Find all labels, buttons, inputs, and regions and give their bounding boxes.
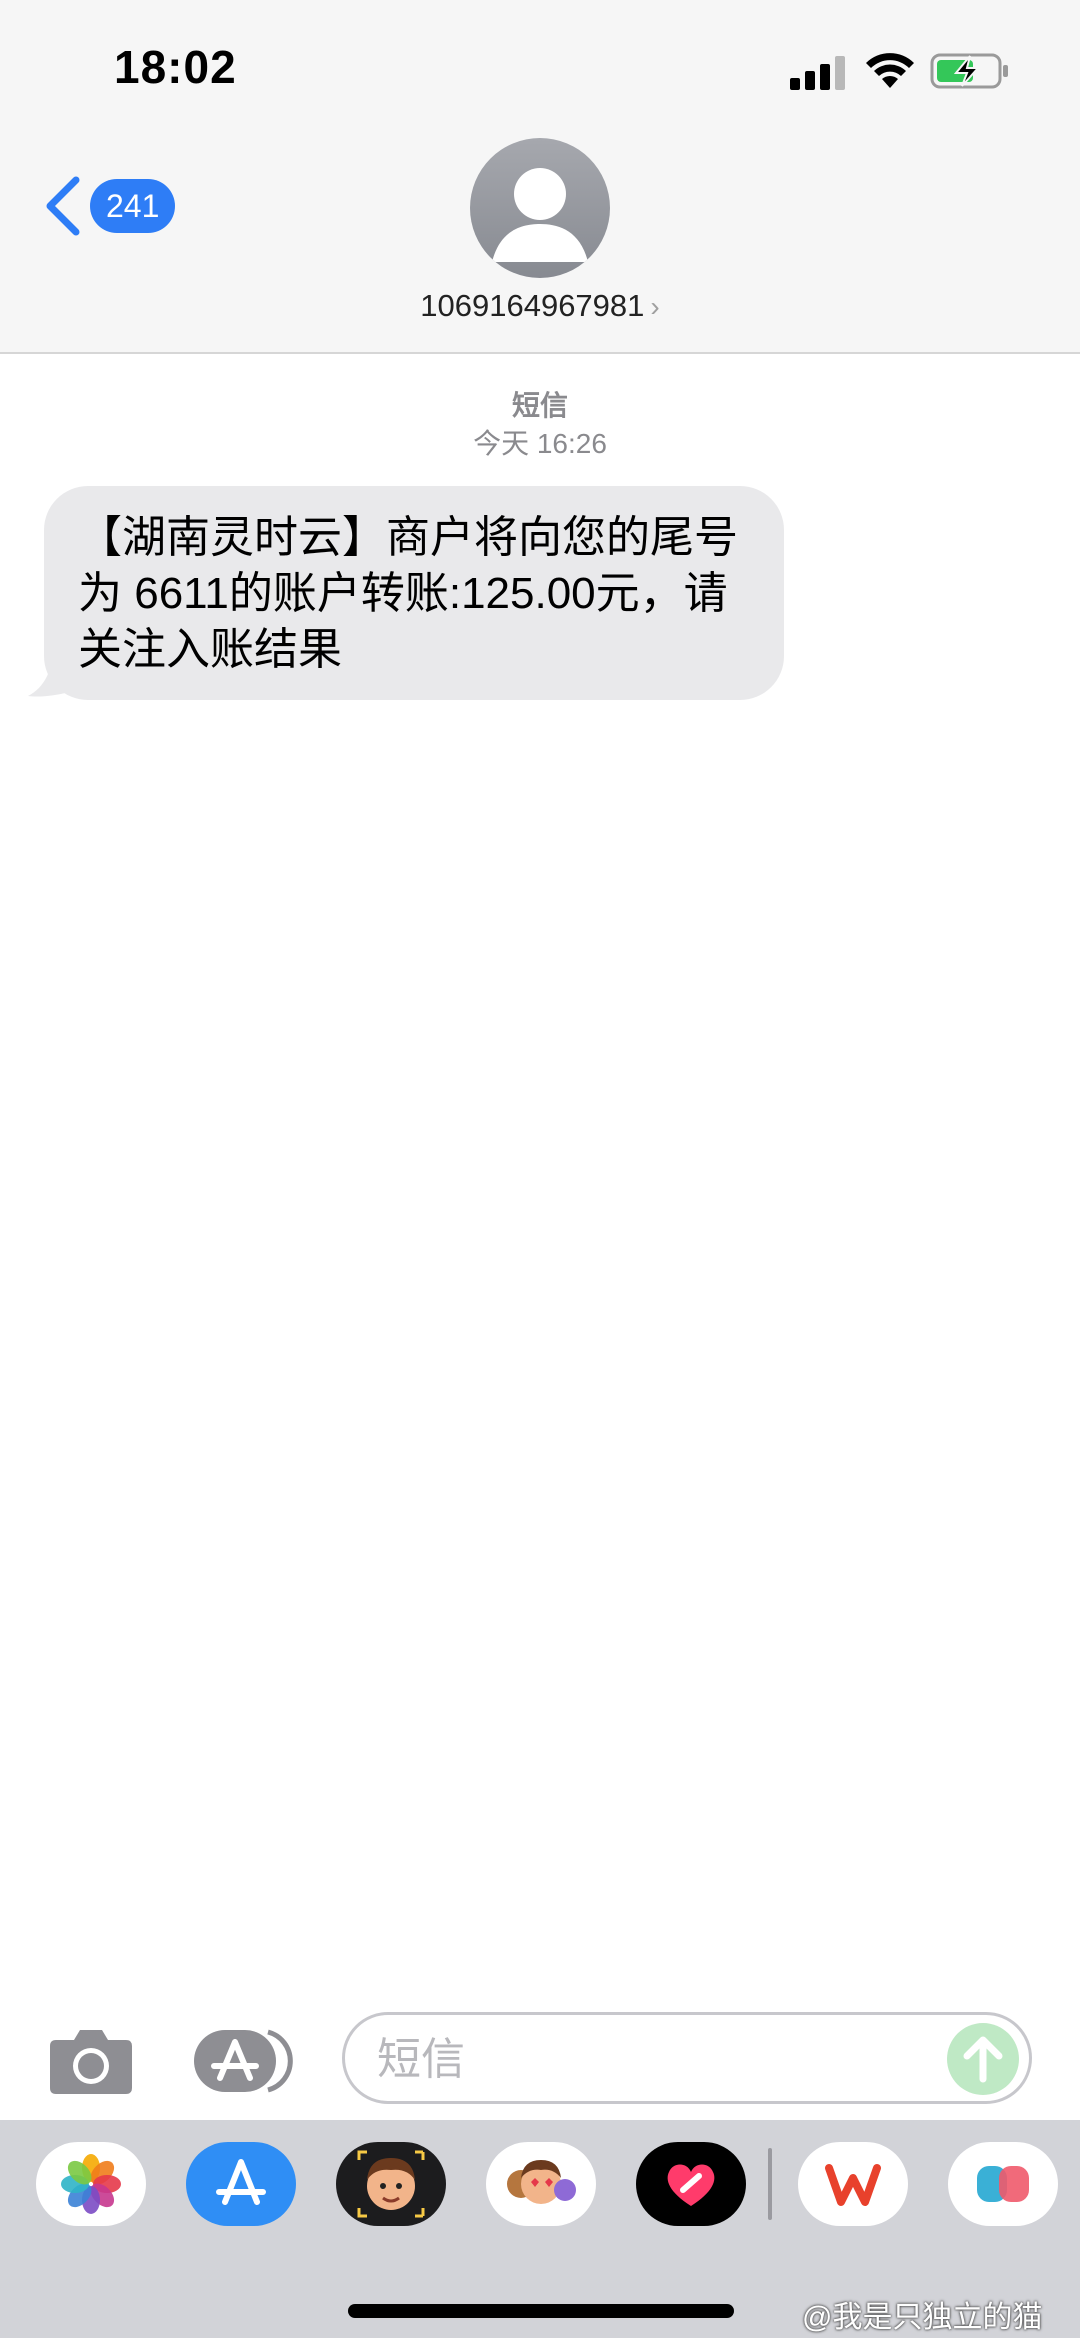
camera-icon[interactable]	[48, 2026, 134, 2096]
photos-icon	[61, 2154, 121, 2214]
incoming-message-bubble[interactable]: 【湖南灵时云】商户将向您的尾号为 6611的账户转账:125.00元，请关注入账…	[44, 486, 784, 700]
photos-app-button[interactable]	[36, 2142, 146, 2226]
status-time: 18:02	[114, 41, 237, 93]
battery-charging-icon	[930, 53, 1008, 89]
home-indicator[interactable]	[348, 2304, 734, 2318]
arrow-up-icon	[963, 2036, 1003, 2083]
weibo-watermark: @我是只独立的猫	[802, 2301, 1043, 2334]
extra-app-icon	[977, 2166, 1029, 2202]
app-store-drawer-icon[interactable]	[190, 2026, 296, 2096]
message-timestamp: 今天 16:26	[0, 422, 1080, 462]
extra-app-button[interactable]	[948, 2142, 1058, 2226]
cellular-signal-icon	[790, 56, 845, 90]
digital-touch-app-button[interactable]	[636, 2142, 746, 2226]
animoji-icon	[507, 2160, 576, 2204]
drawer-divider	[768, 2148, 772, 2220]
timestamp-time: 16:26	[536, 428, 607, 459]
wps-office-icon	[825, 2164, 881, 2206]
wifi-icon	[866, 53, 914, 88]
back-button[interactable]: 241	[40, 174, 176, 238]
chevron-left-icon	[46, 176, 80, 236]
app-store-icon	[216, 2159, 266, 2205]
contact-avatar[interactable]	[470, 138, 610, 278]
contact-number: 1069164967981	[420, 288, 645, 323]
conversation-header: 18:02 241 1069164967981 ›	[0, 0, 1080, 354]
wps-office-app-button[interactable]	[798, 2142, 908, 2226]
memoji-stickers-icon	[357, 2150, 425, 2218]
digital-touch-icon	[667, 2164, 715, 2206]
timestamp-day: 今天	[473, 428, 530, 459]
send-button[interactable]	[947, 2023, 1019, 2095]
person-silhouette-icon	[492, 168, 588, 262]
animoji-app-button[interactable]	[486, 2142, 596, 2226]
contact-details-link[interactable]: 1069164967981 ›	[0, 288, 1080, 324]
unread-count-badge: 241	[90, 179, 176, 233]
message-input-field[interactable]	[342, 2012, 1032, 2104]
app-store-app-button[interactable]	[186, 2142, 296, 2226]
message-input[interactable]	[375, 2029, 939, 2091]
service-label: 短信	[511, 390, 568, 421]
memoji-stickers-app-button[interactable]	[336, 2142, 446, 2226]
chevron-right-icon: ›	[650, 291, 660, 322]
